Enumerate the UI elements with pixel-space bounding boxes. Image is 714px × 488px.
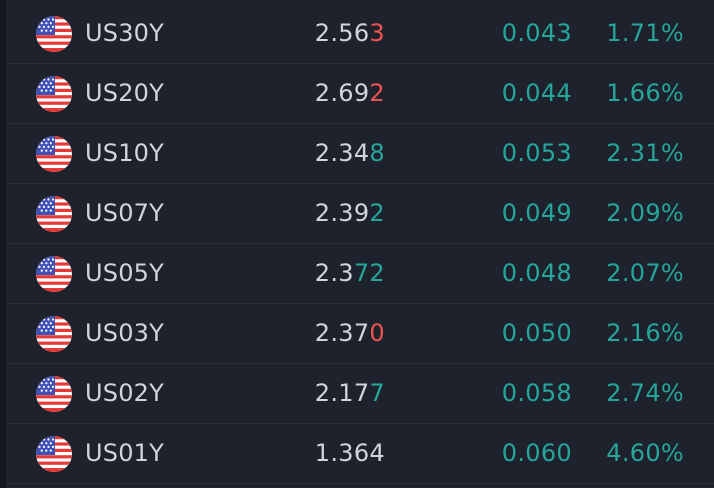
- symbol-name: US20Y: [85, 79, 164, 107]
- last-price: 2.692: [315, 77, 385, 109]
- change-percent: 2.74%: [606, 379, 684, 407]
- last-price: 2.563: [315, 17, 385, 49]
- us-flag-icon: [36, 316, 72, 352]
- last-price-base: 1.364: [314, 439, 385, 467]
- last-price-tick: 72: [353, 259, 385, 287]
- us-flag-icon: [36, 436, 72, 472]
- last-price-base: 2.39: [314, 199, 370, 227]
- watchlist: US30Y 2.563 0.043 1.71% US20Y 2.692 0.04…: [0, 0, 714, 488]
- watchlist-row-us20y[interactable]: US20Y 2.692 0.044 1.66%: [6, 64, 714, 124]
- last-price: 1.364: [315, 437, 385, 469]
- last-price-base: 2.69: [314, 79, 370, 107]
- watchlist-row-us05y[interactable]: US05Y 2.372 0.048 2.07%: [6, 244, 714, 304]
- last-price: 2.348: [315, 137, 385, 169]
- last-price-tick: 8: [369, 139, 385, 167]
- change-percent: 2.31%: [606, 139, 684, 167]
- symbol-name: US05Y: [85, 259, 164, 287]
- change-percent: 1.66%: [606, 79, 684, 107]
- change-value: 0.048: [501, 259, 572, 287]
- last-price-tick: 0: [369, 319, 385, 347]
- last-price-base: 2.34: [314, 139, 370, 167]
- change-value: 0.043: [501, 19, 572, 47]
- last-price-tick: 3: [369, 19, 385, 47]
- symbol-name: US01Y: [85, 439, 164, 467]
- watchlist-row-us01y[interactable]: US01Y 1.364 0.060 4.60%: [6, 424, 714, 484]
- symbol-name: US03Y: [85, 319, 164, 347]
- us-flag-icon: [36, 256, 72, 292]
- us-flag-icon: [36, 76, 72, 112]
- watchlist-row-us02y[interactable]: US02Y 2.177 0.058 2.74%: [6, 364, 714, 424]
- last-price-base: 2.37: [314, 319, 370, 347]
- last-price: 2.392: [315, 197, 385, 229]
- watchlist-row-us30y[interactable]: US30Y 2.563 0.043 1.71%: [6, 4, 714, 64]
- us-flag-icon: [36, 16, 72, 52]
- symbol-name: US07Y: [85, 199, 164, 227]
- change-percent: 2.16%: [606, 319, 684, 347]
- us-flag-icon: [36, 196, 72, 232]
- change-value: 0.060: [501, 439, 572, 467]
- change-value: 0.050: [501, 319, 572, 347]
- watchlist-row-us07y[interactable]: US07Y 2.392 0.049 2.09%: [6, 184, 714, 244]
- last-price-tick: 2: [369, 79, 385, 107]
- last-price: 2.370: [315, 317, 385, 349]
- change-percent: 2.07%: [606, 259, 684, 287]
- change-percent: 2.09%: [606, 199, 684, 227]
- us-flag-icon: [36, 376, 72, 412]
- change-value: 0.053: [501, 139, 572, 167]
- watchlist-row-us03y[interactable]: US03Y 2.370 0.050 2.16%: [6, 304, 714, 364]
- symbol-name: US10Y: [85, 139, 164, 167]
- last-price-tick: 2: [369, 199, 385, 227]
- us-flag-icon: [36, 136, 72, 172]
- last-price-base: 2.3: [314, 259, 354, 287]
- change-value: 0.049: [501, 199, 572, 227]
- last-price-tick: 7: [369, 379, 385, 407]
- symbol-name: US30Y: [85, 19, 164, 47]
- last-price-base: 2.56: [314, 19, 370, 47]
- symbol-name: US02Y: [85, 379, 164, 407]
- last-price: 2.177: [315, 377, 385, 409]
- change-value: 0.058: [501, 379, 572, 407]
- change-percent: 4.60%: [606, 439, 684, 467]
- last-price: 2.372: [315, 257, 385, 289]
- change-value: 0.044: [501, 79, 572, 107]
- watchlist-row-us10y[interactable]: US10Y 2.348 0.053 2.31%: [6, 124, 714, 184]
- change-percent: 1.71%: [606, 19, 684, 47]
- last-price-base: 2.17: [314, 379, 370, 407]
